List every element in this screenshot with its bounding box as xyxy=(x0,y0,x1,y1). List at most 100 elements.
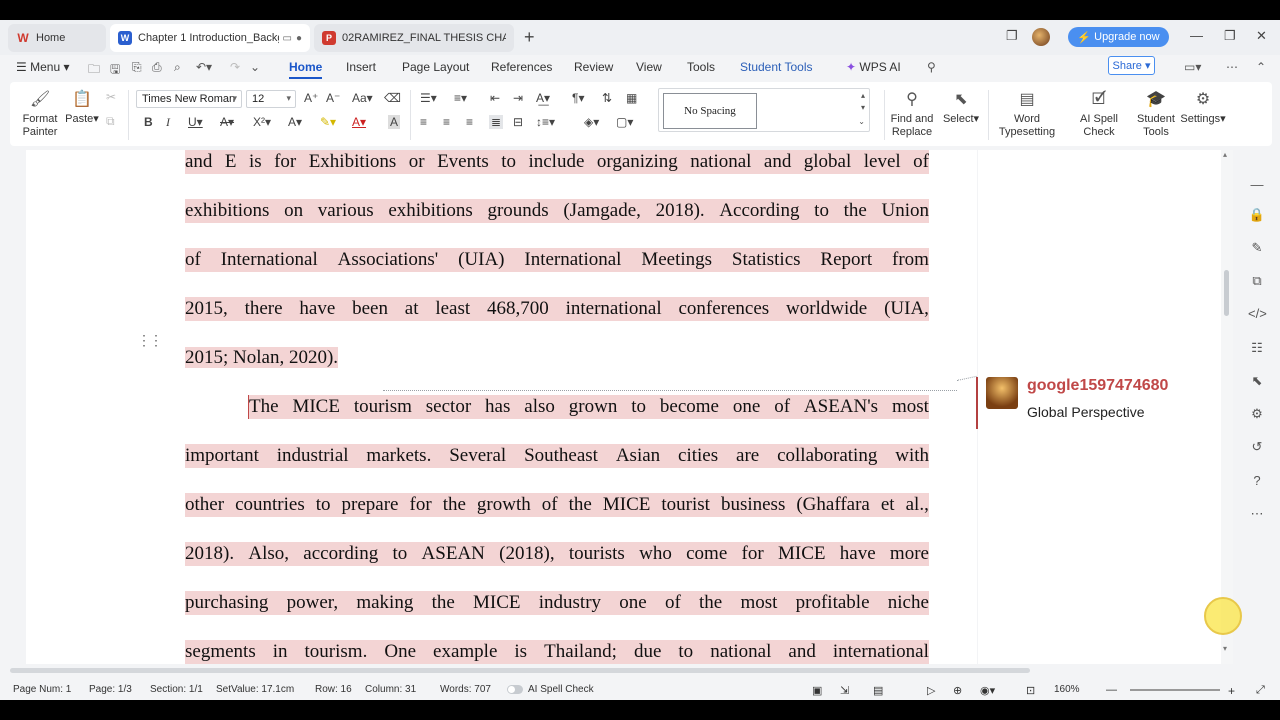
change-case-icon[interactable]: Aa▾ xyxy=(352,91,373,105)
help-icon[interactable]: ? xyxy=(1248,472,1266,490)
paste-button[interactable]: 📋 Paste▾ xyxy=(64,90,100,126)
status-setvalue[interactable]: SetValue: 17.1cm xyxy=(216,684,294,695)
scroll-thumb[interactable] xyxy=(1224,270,1229,316)
scroll-up-icon[interactable]: ▴ xyxy=(861,91,865,100)
decrease-indent-icon[interactable]: ⇤ xyxy=(490,91,500,105)
copy-icon[interactable]: ⧉ xyxy=(106,114,115,129)
underline-icon[interactable]: U▾ xyxy=(188,115,203,129)
bold-icon[interactable]: B xyxy=(144,115,153,129)
align-right-icon[interactable]: ≡ xyxy=(466,115,473,129)
select-button[interactable]: ⬉ Select▾ xyxy=(940,90,982,126)
scroll-down-icon[interactable]: ▾ xyxy=(861,103,865,112)
maximize-icon[interactable]: ❐ xyxy=(1224,28,1236,44)
word-typesetting-button[interactable]: ▤ Word Typesetting xyxy=(996,90,1058,139)
menu-insert[interactable]: Insert xyxy=(346,60,376,74)
status-page[interactable]: Page: 1/3 xyxy=(89,684,132,695)
play-icon[interactable]: ▷ xyxy=(927,684,935,697)
restore-window-icon[interactable]: ❐ xyxy=(1006,28,1018,44)
increase-indent-icon[interactable]: ⇥ xyxy=(513,91,523,105)
style-no-spacing[interactable]: No Spacing xyxy=(663,93,757,129)
table-icon[interactable]: ▦ xyxy=(626,91,637,105)
tab-home[interactable]: W Home xyxy=(8,24,106,52)
increase-font-icon[interactable]: A⁺ xyxy=(304,91,318,105)
status-section[interactable]: Section: 1/1 xyxy=(150,684,203,695)
open-folder-icon[interactable]: 🗀 xyxy=(88,60,100,81)
close-icon[interactable]: ✕ xyxy=(1256,28,1267,44)
status-row[interactable]: Row: 16 xyxy=(315,684,352,695)
customize-chevron-icon[interactable]: ⌄ xyxy=(250,60,260,74)
shading-icon[interactable]: ◈▾ xyxy=(584,115,599,129)
numbering-icon[interactable]: ≡▾ xyxy=(454,91,467,105)
status-page-num[interactable]: Page Num: 1 xyxy=(13,684,71,695)
vertical-scrollbar[interactable]: ▴ ▾ xyxy=(1221,150,1233,664)
more-options-icon[interactable]: ⋯ xyxy=(1248,505,1266,523)
document-page[interactable]: ⋮⋮ and Eis for Exhibitions or Events to include… xyxy=(26,150,977,664)
scroll-up-icon[interactable]: ▴ xyxy=(1223,150,1227,159)
text-direction-icon[interactable]: A͟▾ xyxy=(536,91,550,105)
collapse-ribbon-icon[interactable]: ⌃ xyxy=(1256,60,1266,74)
ai-spell-check-button[interactable]: 🗹 AI Spell Check xyxy=(1064,90,1134,139)
align-left-icon[interactable]: ≡ xyxy=(420,115,427,129)
status-column[interactable]: Column: 31 xyxy=(365,684,416,695)
student-tools-button[interactable]: 🎓 Student Tools xyxy=(1136,90,1176,139)
find-replace-button[interactable]: ⚲ Find and Replace xyxy=(888,90,936,139)
upgrade-button[interactable]: ⚡ Upgrade now xyxy=(1068,27,1169,47)
horizontal-scrollbar[interactable] xyxy=(0,665,1221,675)
web-view-icon[interactable]: ⊕ xyxy=(953,684,962,697)
char-shading-icon[interactable]: A xyxy=(388,115,401,129)
page-view-icon[interactable]: ▤ xyxy=(873,684,883,697)
format-painter-button[interactable]: 🖌 Format Painter xyxy=(20,90,60,139)
text-effect-icon[interactable]: A▾ xyxy=(288,115,302,129)
menu-home[interactable]: Home xyxy=(289,60,323,79)
font-size-select[interactable]: 12 ▾ xyxy=(246,90,296,108)
distributed-icon[interactable]: ⊟ xyxy=(513,115,523,129)
style-gallery[interactable]: No Spacing ▴ ▾ ⌄ xyxy=(658,88,870,132)
menu-wps-ai[interactable]: ✦ WPS AI xyxy=(846,60,901,74)
pdf-export-icon[interactable]: ⎘ xyxy=(132,60,142,75)
select-cursor-icon[interactable]: ⬉ xyxy=(1248,372,1266,390)
bullets-icon[interactable]: ☰▾ xyxy=(420,91,437,105)
highlight-icon[interactable]: ✎▾ xyxy=(320,115,336,129)
settings-button[interactable]: ⚙ Settings▾ xyxy=(1178,90,1228,126)
decrease-font-icon[interactable]: A⁻ xyxy=(326,91,340,105)
more-icon[interactable]: ⋯ xyxy=(1226,60,1238,74)
print-preview-icon[interactable]: ⌕ xyxy=(174,60,181,75)
clear-format-icon[interactable]: ⌫ xyxy=(384,91,401,105)
lock-icon[interactable]: 🔒 xyxy=(1248,206,1266,224)
search-icon[interactable]: ⚲ xyxy=(927,60,936,74)
zoom-slider[interactable] xyxy=(1130,689,1220,691)
menu-student-tools[interactable]: Student Tools xyxy=(740,60,813,74)
borders-icon[interactable]: ▢▾ xyxy=(616,115,633,129)
cut-icon[interactable]: ✂ xyxy=(106,90,116,104)
sort-icon[interactable]: ⇅ xyxy=(602,91,612,105)
strikethrough-icon[interactable]: A▾ xyxy=(220,115,234,129)
tab-document-thesis[interactable]: P 02RAMIREZ_FINAL THESIS CHAP. 1-3 xyxy=(314,24,514,52)
save-icon[interactable]: 🖫 xyxy=(110,60,120,81)
zoom-level[interactable]: 160% xyxy=(1054,684,1080,695)
line-spacing-icon[interactable]: ↕≡▾ xyxy=(536,115,555,129)
scroll-thumb[interactable] xyxy=(10,668,1030,673)
align-center-icon[interactable]: ≡ xyxy=(443,115,450,129)
zoom-out-icon[interactable]: — xyxy=(1106,684,1117,696)
window-icon[interactable]: ▭ xyxy=(283,33,292,44)
comment-text[interactable]: Global Perspective xyxy=(1027,404,1145,420)
share-button[interactable]: Share ▾ xyxy=(1108,56,1155,75)
comment-icon[interactable]: ▭▾ xyxy=(1184,60,1201,74)
font-color-icon[interactable]: A▾ xyxy=(352,115,366,129)
minus-icon[interactable]: — xyxy=(1248,176,1266,194)
paragraph-mark-icon[interactable]: ¶▾ xyxy=(572,91,584,105)
superscript-icon[interactable]: X²▾ xyxy=(253,115,271,129)
italic-icon[interactable]: I xyxy=(166,115,170,130)
menu-view[interactable]: View xyxy=(636,60,662,74)
history-icon[interactable]: ↺ xyxy=(1248,438,1266,456)
menu-button[interactable]: ☰ Menu ▾ xyxy=(16,60,69,74)
user-avatar[interactable] xyxy=(1032,28,1050,46)
list-panel-icon[interactable]: ☷ xyxy=(1248,339,1266,357)
expand-styles-icon[interactable]: ⌄ xyxy=(858,117,865,126)
zoom-in-icon[interactable]: + xyxy=(1228,684,1235,698)
adjust-icon[interactable]: ⚙ xyxy=(1248,405,1266,423)
read-mode-icon[interactable]: ▣ xyxy=(812,684,822,697)
menu-page-layout[interactable]: Page Layout xyxy=(402,60,469,74)
fullscreen-icon[interactable]: ⤢ xyxy=(1256,684,1265,697)
unsaved-dot-icon[interactable]: ● xyxy=(296,33,302,44)
